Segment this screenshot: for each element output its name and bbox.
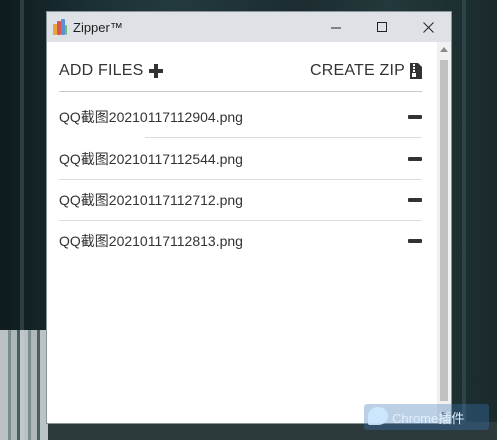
zipper-app-icon <box>53 19 67 35</box>
close-button[interactable] <box>405 12 451 42</box>
add-files-label: ADD FILES <box>59 62 144 79</box>
file-row: QQ截图20210117112544.png <box>59 138 422 179</box>
file-name: QQ截图20210117112712.png <box>59 191 243 208</box>
background-books <box>0 330 48 440</box>
toolbar: ADD FILES CREATE ZIP <box>59 59 422 83</box>
minus-icon[interactable] <box>408 114 422 119</box>
scroll-up-arrow-icon[interactable] <box>440 47 448 52</box>
title-bar[interactable]: Zipper™ <box>47 12 451 42</box>
minus-icon[interactable] <box>408 238 422 243</box>
scrollbar-thumb[interactable] <box>440 60 448 401</box>
close-icon <box>422 21 434 33</box>
file-name: QQ截图20210117112813.png <box>59 232 243 249</box>
file-name: QQ截图20210117112904.png <box>59 108 243 125</box>
main-content: ADD FILES CREATE ZIP QQ截图20210117112904.… <box>47 42 437 423</box>
toolbar-divider <box>59 91 422 92</box>
plus-icon <box>148 64 163 78</box>
file-row: QQ截图20210117112813.png <box>59 220 422 261</box>
site-watermark: Chrome插件 <box>364 404 489 430</box>
minus-icon[interactable] <box>408 197 422 202</box>
file-row: QQ截图20210117112712.png <box>59 179 422 220</box>
vertical-scrollbar[interactable] <box>437 42 451 423</box>
file-row: QQ截图20210117112904.png <box>59 96 422 137</box>
minimize-icon <box>330 27 341 28</box>
add-files-button[interactable]: ADD FILES <box>59 62 163 80</box>
minimize-button[interactable] <box>313 12 359 42</box>
zip-file-icon <box>410 63 422 79</box>
create-zip-button[interactable]: CREATE ZIP <box>310 62 422 80</box>
file-name: QQ截图20210117112544.png <box>59 150 243 167</box>
create-zip-label: CREATE ZIP <box>309 62 405 79</box>
maximize-button[interactable] <box>359 12 405 42</box>
bird-logo-icon <box>368 407 388 425</box>
zipper-window: Zipper™ ADD FILES CREATE ZIP QQ截图2021011… <box>47 12 451 423</box>
window-title: Zipper™ <box>73 19 123 35</box>
watermark-text: Chrome插件 <box>392 410 465 426</box>
maximize-icon <box>376 21 387 32</box>
minus-icon[interactable] <box>408 156 422 161</box>
background-pillar <box>462 0 466 440</box>
